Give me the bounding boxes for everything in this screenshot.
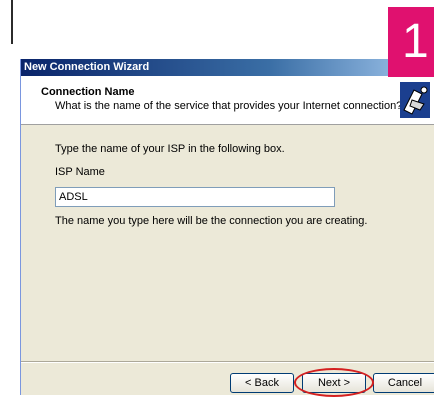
header-subtitle: What is the name of the service that pro…: [55, 100, 403, 112]
left-border-line: [11, 0, 13, 44]
connection-wizard-icon: [400, 82, 430, 118]
isp-name-label: ISP Name: [55, 166, 105, 178]
window-title: New Connection Wizard: [21, 59, 434, 76]
instruction-text: Type the name of your ISP in the followi…: [55, 143, 285, 155]
button-divider-highlight: [21, 362, 434, 363]
cancel-button[interactable]: Cancel: [373, 373, 434, 393]
next-button[interactable]: Next >: [302, 373, 366, 393]
back-button[interactable]: < Back: [230, 373, 294, 393]
connection-name-note: The name you type here will be the conne…: [55, 215, 368, 227]
wizard-header: Connection Name What is the name of the …: [21, 76, 434, 125]
header-title: Connection Name: [41, 86, 135, 98]
wizard-window: New Connection Wizard Connection Name Wh…: [20, 59, 434, 397]
step-number-badge: 1: [388, 7, 434, 77]
isp-name-input[interactable]: [55, 187, 335, 207]
